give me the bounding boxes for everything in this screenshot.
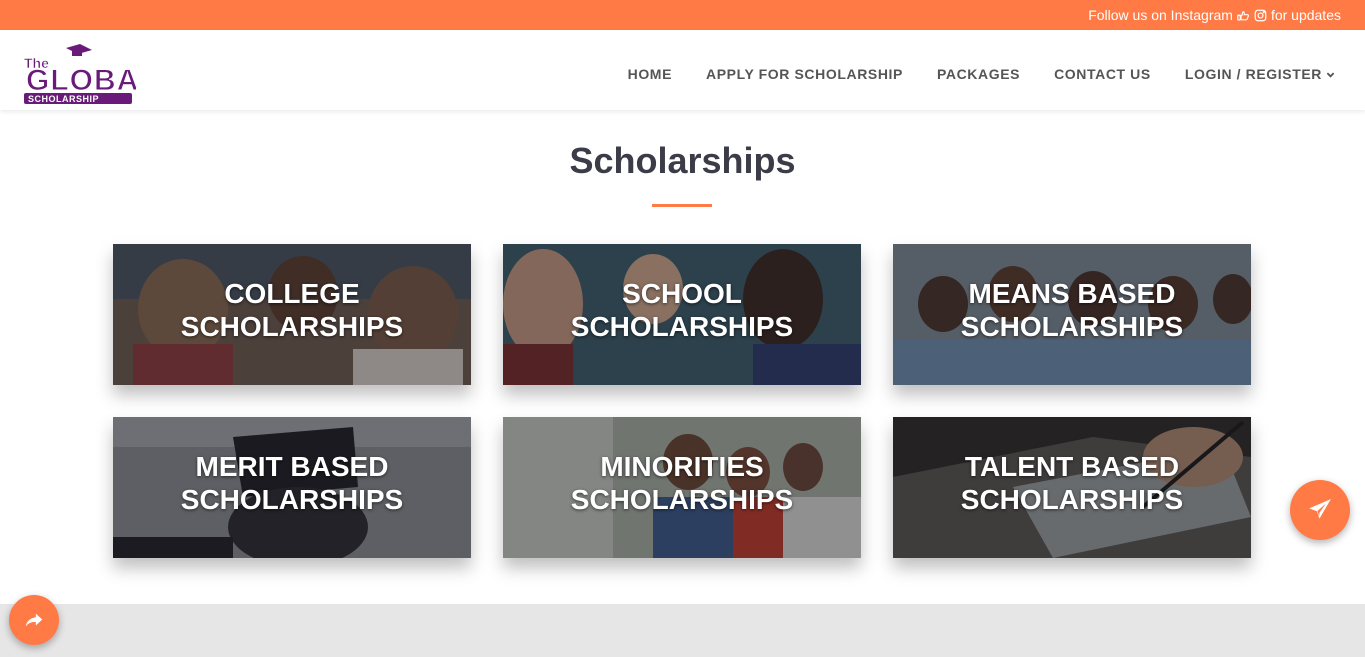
card-title-line1: MEANS BASED	[968, 278, 1176, 309]
card-title-line2: SCHOLARSHIPS	[570, 484, 794, 515]
follow-suffix: for updates	[1270, 7, 1341, 23]
follow-prefix: Follow us on Instagram	[1088, 7, 1233, 23]
card-title-line1: TALENT BASED	[964, 451, 1180, 482]
nav-contact-label: CONTACT US	[1054, 66, 1151, 82]
card-title-line2: SCHOLARSHIPS	[180, 311, 404, 342]
chevron-down-icon	[1326, 72, 1335, 78]
top-announcement-bar: Follow us on Instagram for updates	[0, 0, 1365, 30]
card-title-line1: COLLEGE	[224, 278, 360, 309]
card-means-based-scholarships[interactable]: MEANS BASED SCHOLARSHIPS	[893, 244, 1251, 385]
nav-home-label: HOME	[627, 66, 673, 82]
card-merit-based-scholarships[interactable]: MERIT BASED SCHOLARSHIPS	[113, 417, 471, 558]
nav-packages[interactable]: PACKAGES	[937, 66, 1020, 82]
logo-scholarship-text: SCHOLARSHIP	[28, 94, 99, 104]
paper-plane-icon	[1309, 499, 1331, 519]
site-logo[interactable]: The GLOBAL SCHOLARSHIP	[22, 44, 158, 106]
share-arrow-icon	[25, 613, 43, 627]
card-title-line2: SCHOLARSHIPS	[570, 311, 794, 342]
card-title: SCHOOL SCHOLARSHIPS	[503, 277, 861, 343]
nav-login-label: LOGIN / REGISTER	[1184, 66, 1322, 82]
card-title: TALENT BASED SCHOLARSHIPS	[893, 450, 1251, 516]
instagram-icon	[1254, 9, 1267, 21]
card-title-line1: MINORITIES	[600, 451, 764, 482]
nav-apply-for-scholarship[interactable]: APPLY FOR SCHOLARSHIP	[706, 66, 903, 82]
main-navbar: The GLOBAL SCHOLARSHIP HOME APPLY FOR SC…	[0, 30, 1365, 110]
instagram-follow-text[interactable]: Follow us on Instagram for updates	[1088, 7, 1341, 23]
the-global-scholarship-logo: The GLOBAL SCHOLARSHIP	[24, 44, 158, 104]
card-title-line2: SCHOLARSHIPS	[960, 484, 1184, 515]
send-message-button[interactable]	[1290, 480, 1350, 540]
card-title-line2: SCHOLARSHIPS	[960, 311, 1184, 342]
card-title: MINORITIES SCHOLARSHIPS	[503, 450, 861, 516]
share-button[interactable]	[9, 595, 59, 645]
page-title: Scholarships	[569, 140, 796, 181]
nav-home[interactable]: HOME	[628, 66, 672, 82]
nav-login-register[interactable]: LOGIN / REGISTER	[1185, 66, 1335, 82]
nav-packages-label: PACKAGES	[936, 66, 1021, 82]
card-college-scholarships[interactable]: COLLEGE SCHOLARSHIPS	[113, 244, 471, 385]
card-title: MERIT BASED SCHOLARSHIPS	[113, 450, 471, 516]
card-talent-based-scholarships[interactable]: TALENT BASED SCHOLARSHIPS	[893, 417, 1251, 558]
hand-pointing-icon	[1237, 10, 1249, 21]
nav-contact-us[interactable]: CONTACT US	[1054, 66, 1151, 82]
logo-global-text: GLOBAL	[26, 64, 136, 97]
footer-strip	[0, 604, 1365, 657]
nav-apply-label: APPLY FOR SCHOLARSHIP	[706, 66, 903, 82]
card-title-line2: SCHOLARSHIPS	[180, 484, 404, 515]
card-title-line1: SCHOOL	[622, 278, 742, 309]
primary-nav: HOME APPLY FOR SCHOLARSHIP PACKAGES CONT…	[628, 66, 1335, 82]
title-underline	[652, 204, 712, 207]
scholarship-card-grid: COLLEGE SCHOLARSHIPS SCHOOL SCHOLARSHIPS	[113, 244, 1252, 558]
card-title: COLLEGE SCHOLARSHIPS	[113, 277, 471, 343]
card-school-scholarships[interactable]: SCHOOL SCHOLARSHIPS	[503, 244, 861, 385]
card-title: MEANS BASED SCHOLARSHIPS	[893, 277, 1251, 343]
card-minorities-scholarships[interactable]: MINORITIES SCHOLARSHIPS	[503, 417, 861, 558]
card-title-line1: MERIT BASED	[195, 451, 389, 482]
